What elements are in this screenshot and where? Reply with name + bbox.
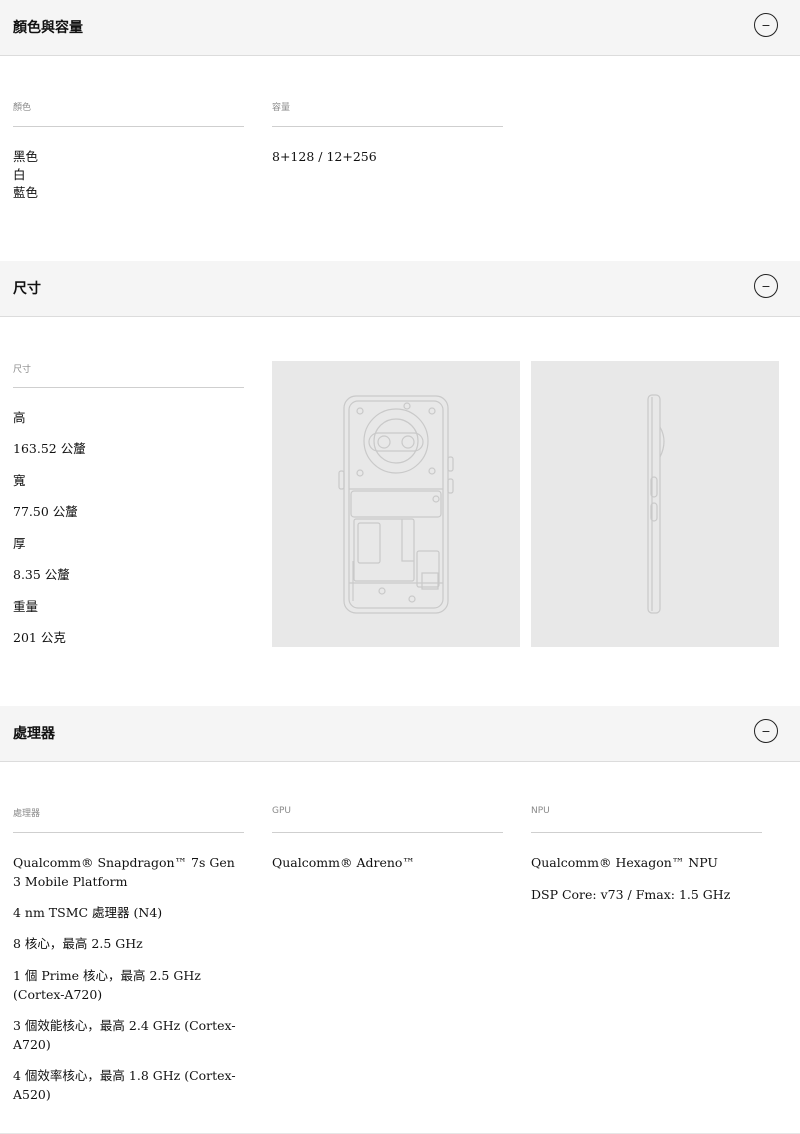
npu-label: NPU [531,806,550,816]
phone-side-outline-icon [647,394,665,614]
divider [13,832,244,833]
phone-back-image [272,361,520,647]
cpu-value: 1 個 Prime 核心，最高 2.5 GHz (Cortex-A720) [13,968,201,1002]
cpu-value: 4 nm TSMC 處理器 (N4) [13,905,163,920]
divider [272,832,503,833]
cpu-value: Qualcomm® Snapdragon™ 7s Gen 3 Mobile Pl… [13,855,235,889]
collapse-icon[interactable]: − [754,719,778,743]
dimension-name: 重量 [13,599,39,614]
dimension-value: 8.35 公釐 [13,567,70,582]
collapse-icon[interactable]: − [754,13,778,37]
divider [272,126,503,127]
section-title-processor: 處理器 [13,726,55,742]
divider [13,387,244,388]
divider [531,832,762,833]
dimension-value: 201 公克 [13,630,66,645]
dimension-name: 厚 [13,536,26,551]
color-value: 白 [13,167,26,182]
section-title-dimensions: 尺寸 [13,281,41,297]
collapse-icon[interactable]: − [754,274,778,298]
cpu-value: 4 個效率核心，最高 1.8 GHz (Cortex-A520) [13,1068,236,1102]
color-value: 黑色 [13,149,39,164]
dimensions-label: 尺寸 [13,365,32,375]
capacity-value: 8+128 / 12+256 [272,149,377,164]
color-label: 顏色 [13,103,32,113]
section-header-dimensions[interactable]: 尺寸 − [0,261,800,317]
capacity-label: 容量 [272,103,291,113]
npu-value: Qualcomm® Hexagon™ NPU [531,855,718,870]
dimension-value: 163.52 公釐 [13,441,86,456]
section-title-colors: 顏色與容量 [13,20,83,36]
dimension-name: 高 [13,410,26,425]
cpu-value: 8 核心，最高 2.5 GHz [13,936,143,951]
gpu-value: Qualcomm® Adreno™ [272,855,415,870]
color-value: 藍色 [13,185,39,200]
section-header-processor[interactable]: 處理器 − [0,706,800,762]
npu-value: DSP Core: v73 / Fmax: 1.5 GHz [531,887,731,902]
dimension-value: 77.50 公釐 [13,504,78,519]
divider [13,126,244,127]
gpu-label: GPU [272,806,291,816]
cpu-value: 3 個效能核心，最高 2.4 GHz (Cortex-A720) [13,1018,236,1052]
dimension-name: 寬 [13,473,26,488]
phone-back-outline-icon [338,395,454,614]
cpu-label: 處理器 [13,809,41,819]
section-header-colors[interactable]: 顏色與容量 − [0,0,800,56]
phone-side-image [531,361,779,647]
